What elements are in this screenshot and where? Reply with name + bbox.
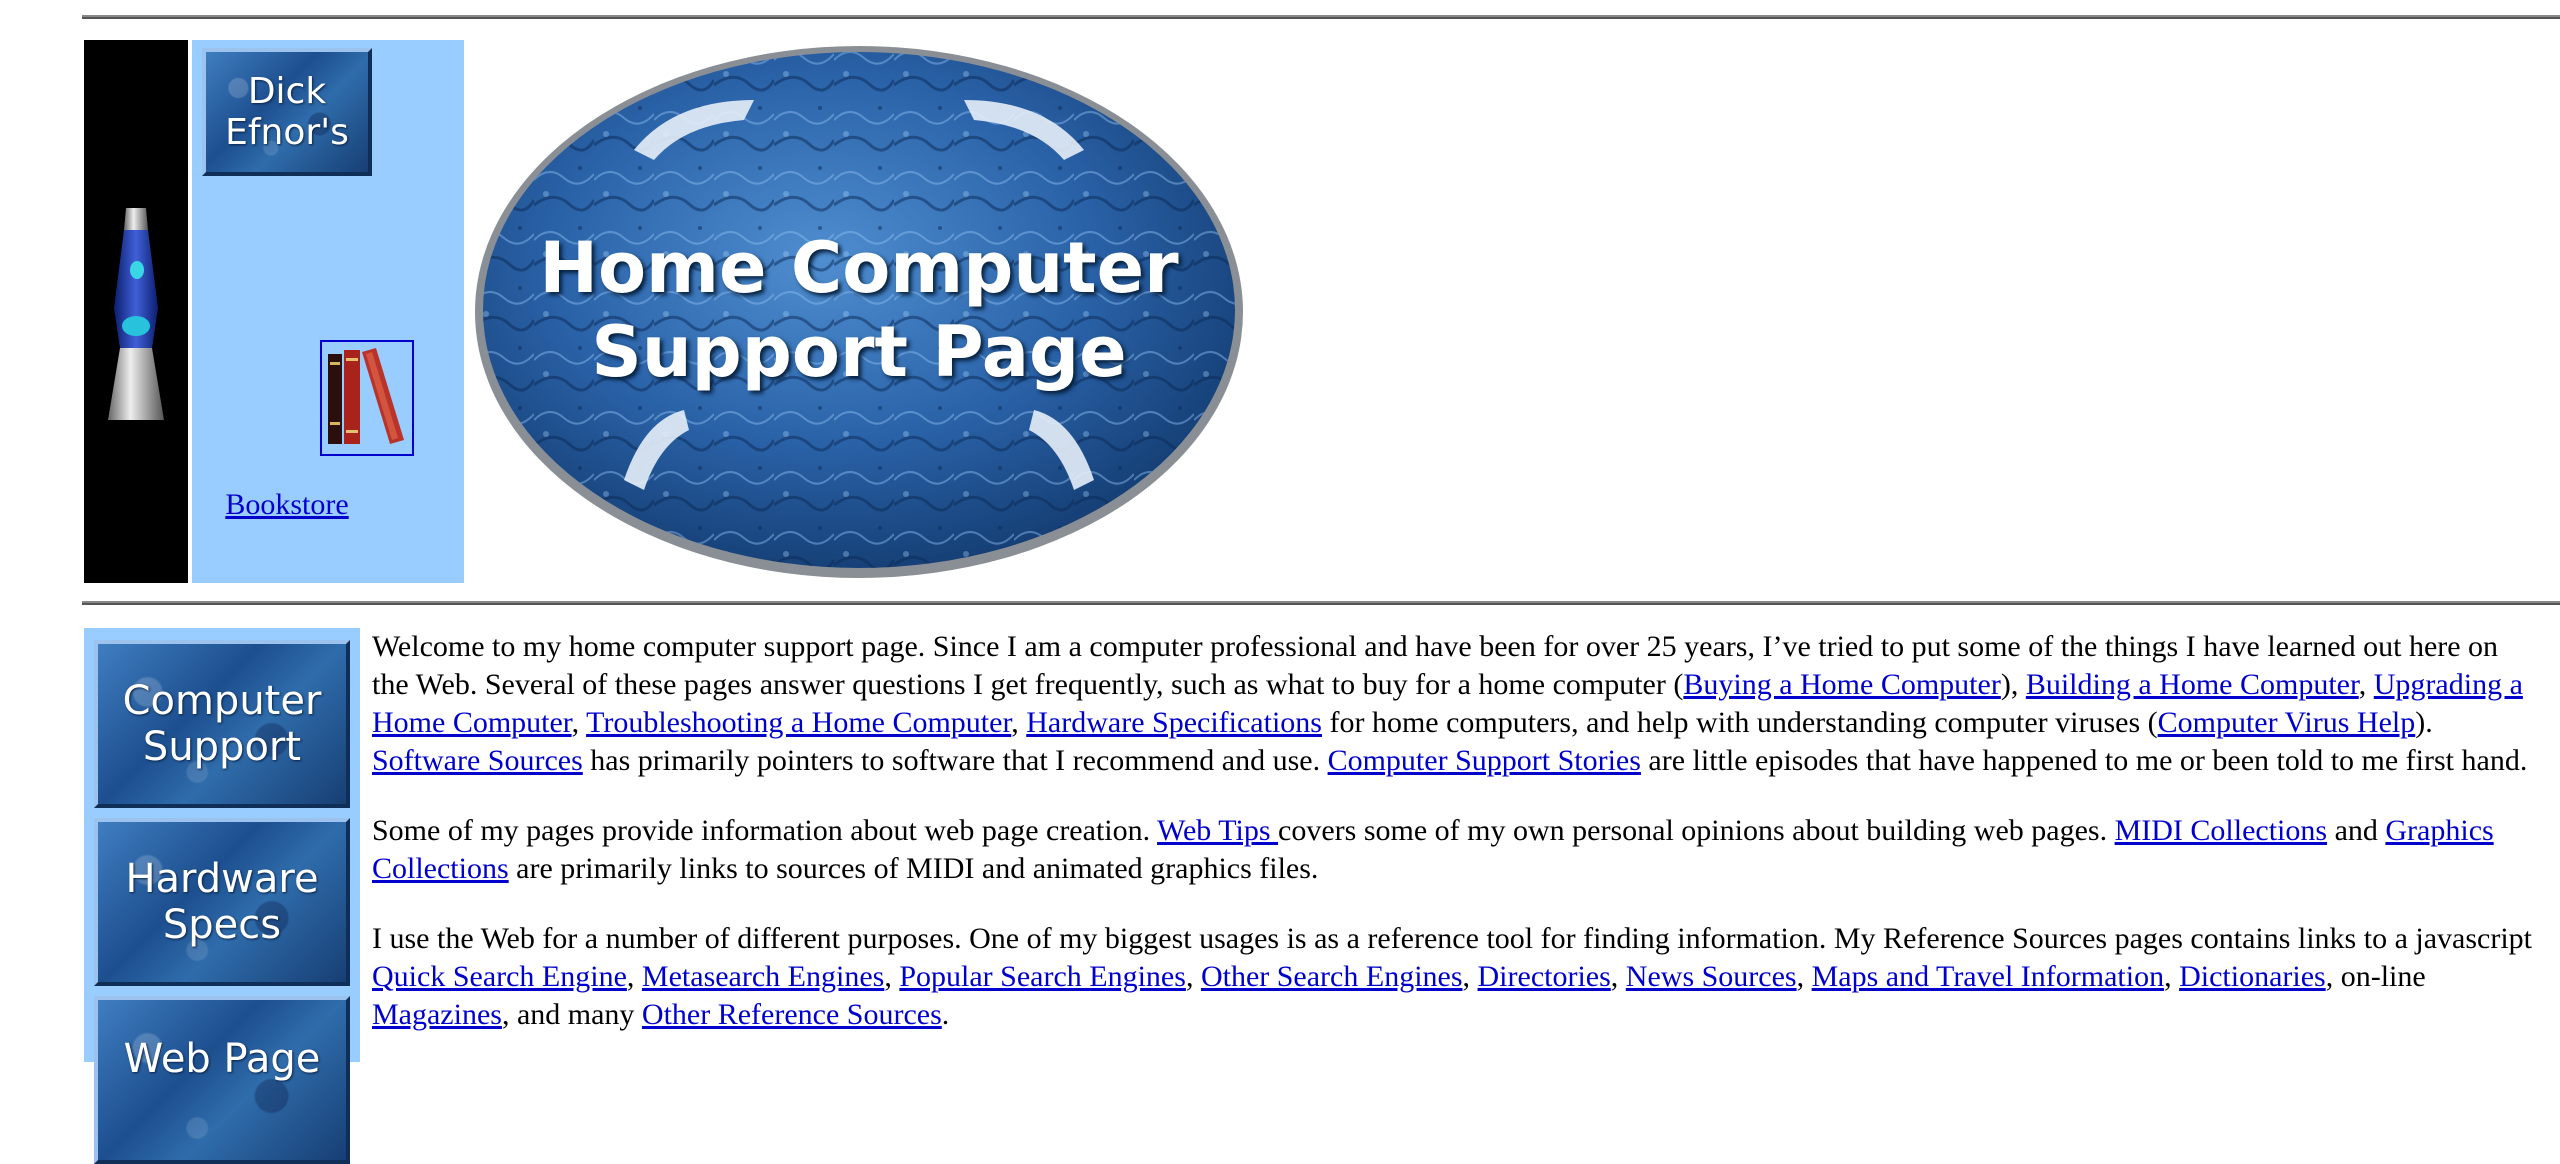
books-icon[interactable]: [320, 340, 414, 456]
text: ,: [571, 706, 587, 739]
header-side-panel: Dick Efnor's Bookstore: [192, 40, 464, 583]
text: ,: [1462, 960, 1478, 993]
nav-web-page-button[interactable]: Web Page: [94, 996, 350, 1164]
software-sources-link[interactable]: Software Sources: [372, 744, 583, 777]
troubleshooting-home-computer-link[interactable]: Troubleshooting a Home Computer: [586, 706, 1011, 739]
text: ,: [626, 960, 642, 993]
text: ,: [2164, 960, 2180, 993]
news-sources-link[interactable]: News Sources: [1626, 960, 1797, 993]
lava-lamp-strip: [84, 40, 188, 583]
text: .: [941, 998, 950, 1031]
lava-lamp-icon: [108, 208, 164, 420]
metasearch-engines-link[interactable]: Metasearch Engines: [642, 960, 884, 993]
nav-sidebar: Computer Support Hardware Specs Web Page: [84, 628, 360, 1164]
text: ).: [2415, 706, 2433, 739]
directories-link[interactable]: Directories: [1478, 960, 1611, 993]
text: and: [2327, 814, 2386, 847]
text: ,: [884, 960, 900, 993]
text: ,: [1610, 960, 1626, 993]
building-home-computer-link[interactable]: Building a Home Computer: [2026, 668, 2359, 701]
text: has primarily pointers to software that …: [582, 744, 1328, 777]
text: are little episodes that have happened t…: [1640, 744, 2528, 777]
text: I use the Web for a number of different …: [372, 922, 2532, 955]
text: ,: [1011, 706, 1027, 739]
main-content: Welcome to my home computer support page…: [372, 628, 2532, 1066]
other-search-engines-link[interactable]: Other Search Engines: [1201, 960, 1463, 993]
hardware-specifications-link[interactable]: Hardware Specifications: [1026, 706, 1322, 739]
page-title: Home Computer Support Page: [539, 227, 1179, 393]
web-tips-link[interactable]: Web Tips: [1157, 814, 1278, 847]
section-divider: [82, 601, 2560, 605]
text: ,: [1796, 960, 1812, 993]
books-graphic: [328, 348, 404, 444]
other-reference-sources-link[interactable]: Other Reference Sources: [642, 998, 942, 1031]
top-divider: [82, 15, 2560, 19]
computer-virus-help-link[interactable]: Computer Virus Help: [2158, 706, 2416, 739]
nav-hardware-specs-button[interactable]: Hardware Specs: [94, 818, 350, 986]
dictionaries-link[interactable]: Dictionaries: [2179, 960, 2326, 993]
nav-computer-support-button[interactable]: Computer Support: [94, 640, 350, 808]
popular-search-engines-link[interactable]: Popular Search Engines: [899, 960, 1186, 993]
midi-collections-link[interactable]: MIDI Collections: [2115, 814, 2327, 847]
owner-name-button[interactable]: Dick Efnor's: [202, 48, 372, 176]
bookstore-link[interactable]: Bookstore: [192, 488, 382, 522]
web-creation-paragraph: Some of my pages provide information abo…: [372, 812, 2532, 888]
buying-home-computer-link[interactable]: Buying a Home Computer: [1683, 668, 2000, 701]
text: , on-line: [2325, 960, 2426, 993]
computer-support-stories-link[interactable]: Computer Support Stories: [1328, 744, 1641, 777]
text: ,: [1185, 960, 1201, 993]
text: Some of my pages provide information abo…: [372, 814, 1158, 847]
maps-travel-information-link[interactable]: Maps and Travel Information: [1812, 960, 2164, 993]
text: are primarily links to sources of MIDI a…: [508, 852, 1319, 885]
quick-search-engine-link[interactable]: Quick Search Engine: [372, 960, 627, 993]
intro-paragraph: Welcome to my home computer support page…: [372, 628, 2532, 780]
text: ),: [2000, 668, 2026, 701]
magazines-link[interactable]: Magazines: [372, 998, 502, 1031]
reference-paragraph: I use the Web for a number of different …: [372, 920, 2532, 1034]
text: , and many: [501, 998, 642, 1031]
text: covers some of my own personal opinions …: [1278, 814, 2115, 847]
text: for home computers, and help with unders…: [1321, 706, 2158, 739]
text: ,: [2358, 668, 2374, 701]
